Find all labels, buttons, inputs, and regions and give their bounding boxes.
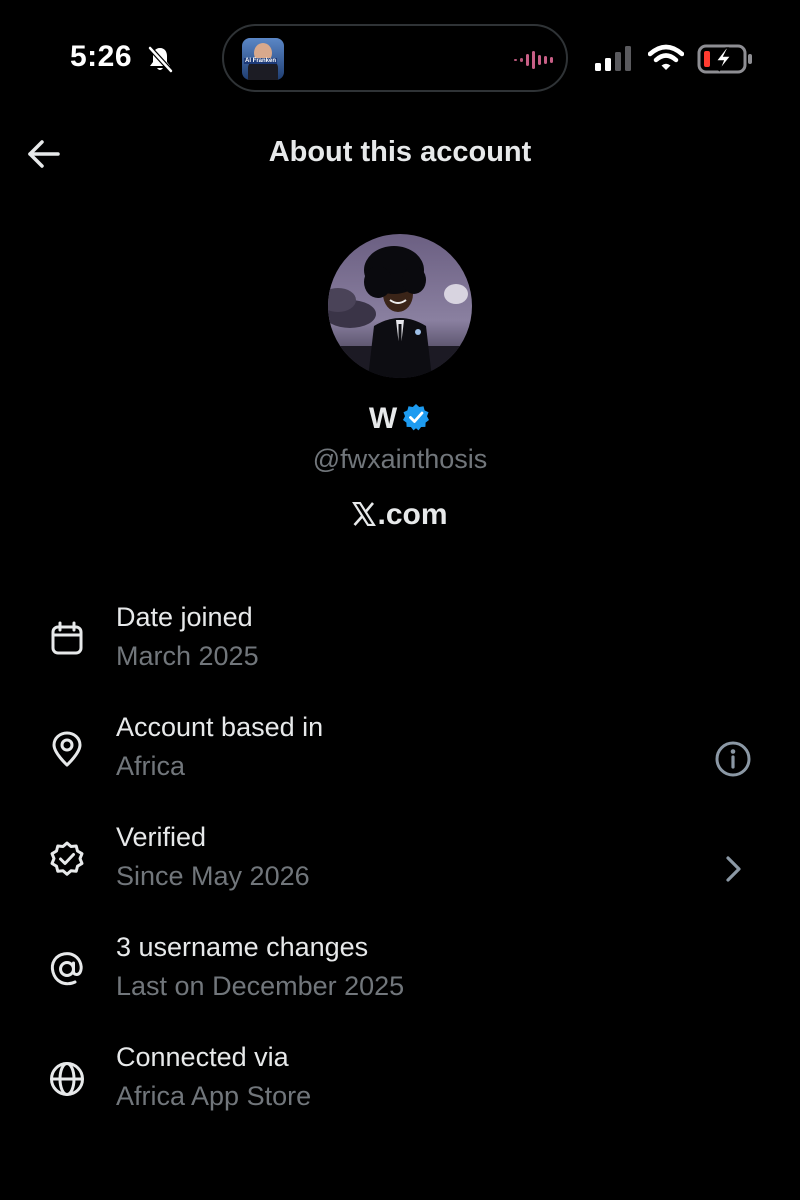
status-bar: 5:26 Al Franken: [0, 0, 800, 120]
site-link[interactable]: .com: [0, 498, 800, 532]
account-location-label: Account based in: [116, 712, 324, 742]
avatar[interactable]: [328, 234, 472, 378]
audio-waveform-icon: [514, 51, 553, 69]
account-info-list: Date joined March 2025 Account based in …: [0, 598, 800, 1148]
thumbnail-caption: Al Franken: [244, 58, 278, 64]
date-joined-label: Date joined: [116, 602, 253, 632]
avatar-image: [328, 234, 472, 378]
now-playing-thumbnail[interactable]: Al Franken: [242, 38, 284, 80]
globe-icon: [50, 1062, 84, 1096]
verified-check-icon: [50, 841, 84, 876]
at-sign-icon: [50, 952, 83, 986]
info-item-date-joined: Date joined March 2025: [0, 598, 800, 708]
account-location-value: Africa: [116, 751, 186, 781]
page-title: About this account: [268, 136, 532, 168]
display-name-row: W: [0, 400, 800, 438]
dynamic-island[interactable]: Al Franken: [222, 24, 568, 92]
verified-label: Verified: [116, 822, 207, 852]
info-item-verified[interactable]: Verified Since May 2026: [0, 818, 800, 928]
location-pin-icon: [52, 731, 82, 767]
username-handle: @fwxainthosis: [312, 444, 488, 474]
username-changes-label: 3 username changes: [116, 932, 369, 962]
chevron-right-icon[interactable]: [713, 849, 753, 889]
x-logo-icon: [352, 502, 377, 526]
cellular-signal-icon: [595, 46, 631, 71]
bell-muted-icon: [148, 46, 173, 73]
username-changes-value: Last on December 2025: [116, 971, 405, 1001]
verified-badge-icon[interactable]: [401, 402, 431, 432]
site-label: .com: [377, 498, 448, 531]
status-time: 5:26: [70, 40, 133, 73]
wifi-icon: [648, 44, 684, 70]
date-joined-value: March 2025: [116, 641, 259, 671]
info-item-connected-via: Connected via Africa App Store: [0, 1038, 800, 1148]
display-name: W: [368, 402, 398, 435]
verified-since-value: Since May 2026: [116, 861, 310, 891]
info-item-account-location: Account based in Africa: [0, 708, 800, 818]
connected-via-value: Africa App Store: [116, 1081, 312, 1111]
calendar-icon: [51, 621, 83, 655]
battery-charging-icon: [697, 44, 752, 74]
connected-via-label: Connected via: [116, 1042, 289, 1072]
info-item-username-changes: 3 username changes Last on December 2025: [0, 928, 800, 1038]
info-circle-icon[interactable]: [713, 739, 753, 779]
